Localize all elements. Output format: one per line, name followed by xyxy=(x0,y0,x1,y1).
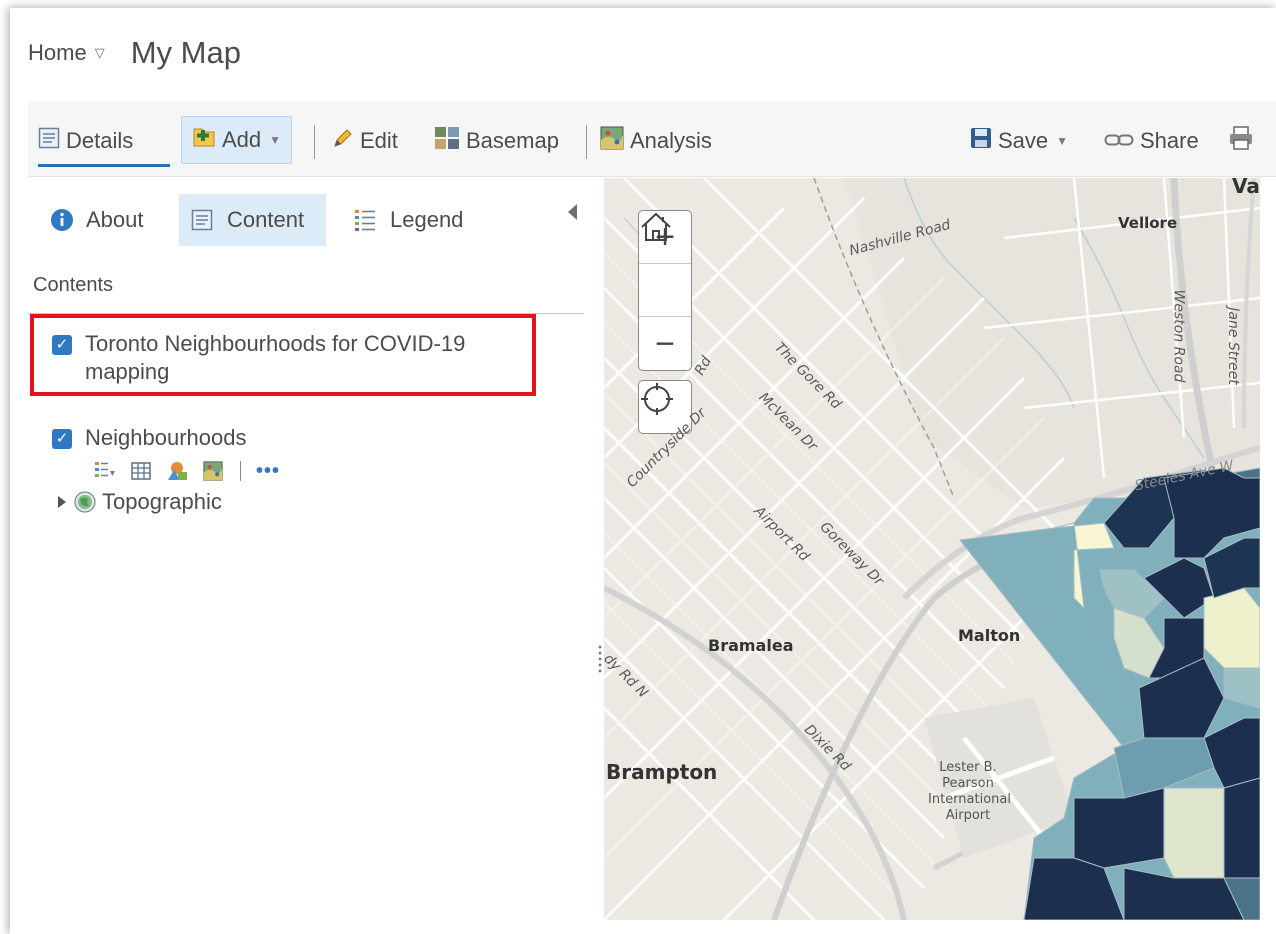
layer-checkbox[interactable]: ✓ xyxy=(52,335,72,355)
home-label: Home xyxy=(28,40,87,65)
airport-label-line: Pearson xyxy=(942,776,994,791)
tab-legend-label: Legend xyxy=(390,207,464,232)
tab-content-label: Content xyxy=(227,207,305,232)
map-label: Jane Street xyxy=(1224,307,1241,385)
share-label: Share xyxy=(1140,128,1199,153)
link-icon xyxy=(1104,128,1134,154)
add-layer-icon xyxy=(192,126,216,154)
toolbar-divider xyxy=(314,125,315,159)
save-label: Save xyxy=(998,128,1049,153)
save-button[interactable]: Save ▼ xyxy=(970,119,1068,163)
details-label: Details xyxy=(66,128,134,153)
content-icon xyxy=(191,209,213,231)
page-title: My Map xyxy=(130,35,241,70)
analysis-icon xyxy=(600,126,624,156)
locate-icon xyxy=(641,383,673,415)
basemap-layer-item[interactable]: Topographic xyxy=(58,488,222,516)
map-label: Malton xyxy=(958,626,1021,645)
layer-item[interactable]: ✓ Toronto Neighbourhoods for COVID-19 ma… xyxy=(52,330,522,386)
analysis-label: Analysis xyxy=(630,128,712,153)
panel-resize-handle[interactable] xyxy=(598,644,602,674)
add-button[interactable]: Add ▼ xyxy=(181,116,293,164)
tab-about-label: About xyxy=(86,207,144,232)
info-icon xyxy=(50,208,74,232)
collapse-panel-icon[interactable] xyxy=(568,204,577,220)
panel-tabs: About Content Legend xyxy=(28,194,604,246)
basemap-label: Basemap xyxy=(466,128,559,153)
edit-button[interactable]: Edit xyxy=(332,119,398,163)
edit-label: Edit xyxy=(360,128,398,153)
tab-content[interactable]: Content xyxy=(179,194,326,246)
airport-label-line: International xyxy=(928,792,1011,807)
home-menu[interactable]: Home ▽ xyxy=(28,40,105,66)
basemap-button[interactable]: Basemap xyxy=(434,119,559,163)
tab-legend[interactable]: Legend xyxy=(354,194,463,246)
tab-about[interactable]: About xyxy=(50,194,144,246)
zoom-out-button[interactable]: − xyxy=(639,317,691,370)
analysis-button[interactable]: Analysis xyxy=(600,119,712,163)
print-icon xyxy=(1228,125,1254,157)
layer-name: Topographic xyxy=(102,489,222,514)
active-tab-indicator xyxy=(38,164,170,167)
table-icon[interactable] xyxy=(130,461,152,481)
more-options-icon[interactable]: ••• xyxy=(256,461,279,481)
details-panel: About Content Legend Contents ✓ Toronto … xyxy=(28,178,604,934)
show-legend-icon[interactable] xyxy=(94,461,116,481)
globe-icon xyxy=(74,491,96,513)
airport-label-line: Airport xyxy=(945,808,991,823)
map-label: Va xyxy=(1232,178,1260,198)
add-label: Add xyxy=(222,127,262,152)
map-label: Weston Road xyxy=(1170,289,1187,383)
chevron-down-icon: ▼ xyxy=(1056,134,1069,148)
tool-divider xyxy=(240,461,241,481)
pencil-icon xyxy=(332,127,354,155)
layer-name: Toronto Neighbourhoods for COVID-19 mapp… xyxy=(85,331,466,384)
map-view[interactable]: + − Nashville Road Vellore Va Weston Roa… xyxy=(604,178,1260,920)
home-icon xyxy=(641,212,671,241)
details-button[interactable]: Details xyxy=(38,119,133,163)
layer-tools: ••• xyxy=(94,459,279,483)
map-label: Lester B. Pearson International Airport xyxy=(928,760,1011,824)
legend-icon xyxy=(354,208,376,232)
home-extent-button[interactable] xyxy=(639,212,691,317)
share-button[interactable]: Share xyxy=(1104,119,1199,163)
change-style-icon[interactable] xyxy=(166,461,188,481)
toolbar-divider xyxy=(586,125,587,159)
map-label: Bramalea xyxy=(708,636,794,655)
expand-icon[interactable] xyxy=(58,496,66,508)
layer-name: Neighbourhoods xyxy=(85,425,247,450)
contents-heading: Contents xyxy=(33,274,114,296)
airport-label-line: Lester B. xyxy=(939,760,997,775)
map-label: Vellore xyxy=(1118,214,1178,232)
basemap-icon xyxy=(434,126,460,156)
analysis-icon[interactable] xyxy=(202,461,224,481)
zoom-controls: + − xyxy=(638,210,692,371)
details-icon xyxy=(38,127,60,155)
chevron-down-icon: ▼ xyxy=(269,133,282,147)
print-button[interactable] xyxy=(1228,119,1260,163)
toolbar: Details Add ▼ Edit Basemap Analysis Save xyxy=(28,101,1276,177)
app-header: Home ▽ My Map xyxy=(28,28,241,78)
chevron-down-icon: ▽ xyxy=(94,45,105,60)
layer-item[interactable]: ✓ Neighbourhoods xyxy=(52,424,246,452)
map-label: Brampton xyxy=(606,760,718,784)
save-icon xyxy=(970,127,992,155)
layer-checkbox[interactable]: ✓ xyxy=(52,429,72,449)
